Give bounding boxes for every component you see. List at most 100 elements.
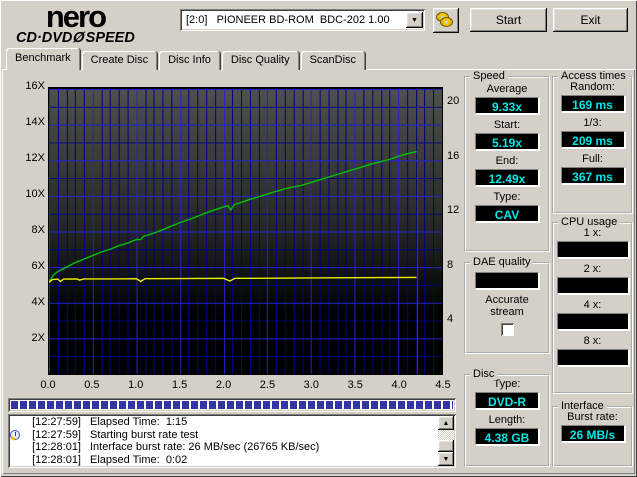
- x-axis-tick-label: 2.5: [256, 379, 278, 391]
- start-label: Start:: [494, 119, 520, 131]
- cpu-1x-label: 1 x:: [584, 227, 602, 239]
- tab-benchmark[interactable]: Benchmark: [6, 48, 80, 70]
- log-row: [12:28:01] Elapsed Time: 0:02: [10, 454, 455, 467]
- full-access-display: 367 ms: [561, 167, 625, 184]
- progress-bar: [8, 398, 456, 412]
- access-times-group: Access times Random: 169 ms 1/3: 209 ms …: [552, 76, 633, 214]
- log-row: [12:28:01] Interface burst rate: 26 MB/s…: [10, 441, 455, 454]
- log-row: [12:27:59] Elapsed Time: 1:15: [10, 416, 455, 429]
- x-axis-tick-label: 2.0: [213, 379, 235, 391]
- x-axis-tick-label: 0.0: [37, 379, 59, 391]
- y-axis-left-tick-label: 8X: [14, 224, 45, 236]
- start-speed-display: 5.19x: [475, 133, 539, 150]
- cpu-4x-label: 4 x:: [584, 299, 602, 311]
- y-axis-left-tick-label: 2X: [14, 332, 45, 344]
- start-button[interactable]: Start: [470, 8, 547, 32]
- tab-scandisc[interactable]: ScanDisc: [301, 51, 365, 70]
- random-access-display: 169 ms: [561, 95, 625, 112]
- x-axis-tick-label: 3.5: [344, 379, 366, 391]
- cpu-8x-display: [557, 349, 629, 366]
- cpu-1x-display: [557, 241, 629, 258]
- log-message: Starting burst rate test: [81, 429, 198, 441]
- drive-selector-dropdown[interactable]: [2:0] PIONEER BD-ROM BDC-202 1.00 ▼: [180, 9, 425, 31]
- exit-button[interactable]: Exit: [553, 8, 628, 32]
- scrollbar-down-arrow[interactable]: ▼: [438, 452, 454, 466]
- progress-bar-fill: [11, 401, 453, 409]
- cpu-usage-group: CPU usage 1 x: 2 x: 4 x: 8 x:: [552, 222, 633, 394]
- dae-quality-group-title: DAE quality: [470, 256, 533, 268]
- full-access-label: Full:: [582, 153, 603, 165]
- disc-icon: [440, 17, 453, 27]
- interface-group: Interface Burst rate: 26 MB/s: [552, 406, 633, 467]
- x-axis-tick-label: 4.0: [388, 379, 410, 391]
- disc-type-display: DVD-R: [475, 392, 539, 409]
- average-speed-display: 9.33x: [475, 97, 539, 114]
- tab-disc-quality[interactable]: Disc Quality: [222, 51, 299, 70]
- logo-nero-text: nero: [16, 3, 135, 31]
- cpu-usage-group-title: CPU usage: [558, 216, 620, 228]
- one-third-access-label: 1/3:: [583, 117, 601, 129]
- tab-strip: Benchmark Create Disc Disc Info Disc Qua…: [6, 48, 367, 70]
- log-message: Elapsed Time: 0:02: [81, 454, 187, 466]
- scrollbar-up-arrow[interactable]: ▲: [438, 416, 454, 430]
- cpu-8x-label: 8 x:: [584, 335, 602, 347]
- nero-cd-dvd-speed-window: nero CD·DVDØSPEED [2:0] PIONEER BD-ROM B…: [0, 0, 637, 477]
- y-axis-left-tick-label: 4X: [14, 296, 45, 308]
- clock-icon: [10, 430, 20, 440]
- accurate-stream-checkbox[interactable]: [501, 323, 514, 336]
- log-timestamp: [12:28:01]: [23, 454, 81, 466]
- disc-info-button[interactable]: [433, 8, 459, 33]
- log-message: Interface burst rate: 26 MB/sec (26765 K…: [81, 441, 319, 453]
- logo-cddvdspeed-text: CD·DVDØSPEED: [16, 31, 135, 45]
- disc-group-title: Disc: [470, 368, 497, 380]
- end-speed-display: 12.49x: [475, 169, 539, 186]
- benchmark-chart: [48, 87, 443, 375]
- cpu-2x-label: 2 x:: [584, 263, 602, 275]
- x-axis-tick-label: 0.5: [81, 379, 103, 391]
- cpu-2x-display: [557, 277, 629, 294]
- average-label: Average: [487, 83, 528, 95]
- type-label: Type:: [494, 191, 521, 203]
- y-axis-left-tick-label: 16X: [14, 80, 45, 92]
- disc-length-display: 4.38 GB: [475, 428, 539, 445]
- pen-icon: Ø: [71, 31, 86, 45]
- speed-group: Speed Average 9.33x Start: 5.19x End: 12…: [464, 76, 550, 252]
- log-scrollbar[interactable]: ▲ ▼: [438, 416, 454, 466]
- end-label: End:: [496, 155, 519, 167]
- nero-logo: nero CD·DVDØSPEED: [16, 3, 135, 45]
- y-axis-left-tick-label: 14X: [14, 116, 45, 128]
- dropdown-arrow-icon[interactable]: ▼: [406, 12, 423, 28]
- log-listbox[interactable]: [12:27:59] Elapsed Time: 1:15 [12:27:59]…: [8, 414, 456, 468]
- scrollbar-thumb[interactable]: [438, 440, 454, 452]
- accurate-stream-label: Accurate: [485, 294, 528, 306]
- access-times-group-title: Access times: [558, 70, 629, 82]
- x-axis-tick-label: 3.0: [300, 379, 322, 391]
- x-axis-tick-label: 1.5: [169, 379, 191, 391]
- random-access-label: Random:: [570, 81, 615, 93]
- log-timestamp: [12:27:59]: [23, 429, 81, 441]
- dae-quality-display: [475, 272, 539, 289]
- interface-group-title: Interface: [558, 400, 607, 412]
- y-axis-left-tick-label: 12X: [14, 152, 45, 164]
- burst-rate-display: 26 MB/s: [561, 425, 625, 442]
- tab-create-disc[interactable]: Create Disc: [82, 51, 157, 70]
- burst-rate-label: Burst rate:: [567, 411, 618, 423]
- speed-type-display: CAV: [475, 205, 539, 222]
- log-timestamp: [12:27:59]: [23, 416, 81, 428]
- speed-group-title: Speed: [470, 70, 508, 82]
- disc-group: Disc Type: DVD-R Length: 4.38 GB: [464, 374, 550, 467]
- accurate-stream-label: stream: [490, 306, 524, 318]
- x-axis-tick-label: 1.0: [125, 379, 147, 391]
- cpu-4x-display: [557, 313, 629, 330]
- log-timestamp: [12:28:01]: [23, 441, 81, 453]
- x-axis-tick-label: 4.5: [432, 379, 454, 391]
- dae-quality-group: DAE quality Accurate stream: [464, 262, 550, 354]
- disc-length-label: Length:: [489, 414, 526, 426]
- disc-type-label: Type:: [494, 378, 521, 390]
- y-axis-left-tick-label: 6X: [14, 260, 45, 272]
- y-axis-left-tick-label: 10X: [14, 188, 45, 200]
- log-row: [12:27:59] Starting burst rate test: [10, 429, 455, 442]
- log-message: Elapsed Time: 1:15: [81, 416, 187, 428]
- tab-disc-info[interactable]: Disc Info: [159, 51, 220, 70]
- one-third-access-display: 209 ms: [561, 131, 625, 148]
